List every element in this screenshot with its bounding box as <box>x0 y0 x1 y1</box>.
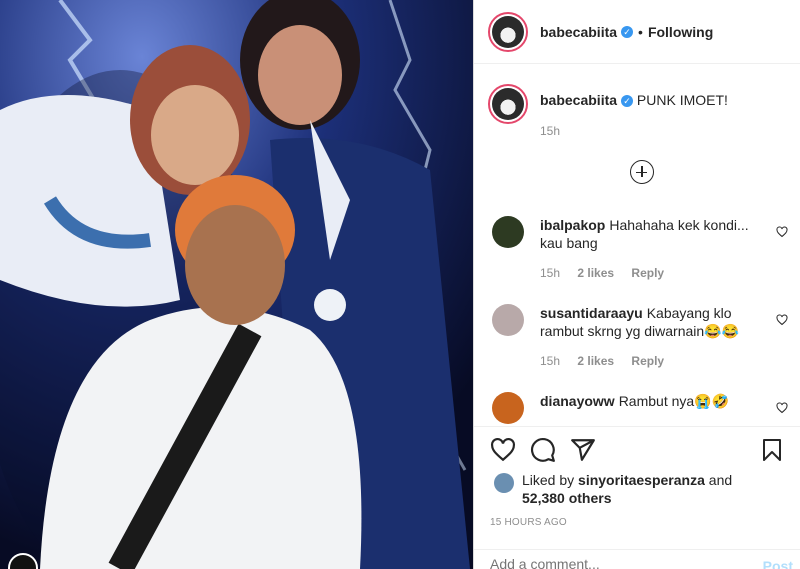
post-photo[interactable] <box>0 0 473 569</box>
comment-item: dianayoww Rambut nya😭🤣 <box>492 392 788 424</box>
likes-text: Liked by sinyoritaesperanza and 52,380 o… <box>522 471 732 507</box>
load-more-icon[interactable] <box>630 160 654 184</box>
comment-username[interactable]: susantidaraayu <box>540 305 643 321</box>
comment-time[interactable]: 15h <box>540 354 560 368</box>
comment-icon[interactable] <box>530 437 556 463</box>
photo-illustration <box>0 0 473 569</box>
comment-username[interactable]: dianayoww <box>540 393 615 409</box>
likes-summary: Liked by sinyoritaesperanza and 52,380 o… <box>494 471 794 507</box>
heart-icon[interactable] <box>490 437 516 463</box>
comment-heart-icon[interactable] <box>776 226 788 238</box>
comment-meta: 15h 2 likes Reply <box>540 264 760 282</box>
comment-username[interactable]: ibalpakop <box>540 217 605 233</box>
commenter-avatar[interactable] <box>492 392 524 424</box>
verified-icon: ✓ <box>621 95 634 107</box>
comment-reply-button[interactable]: Reply <box>631 354 664 368</box>
post-date[interactable]: 15 HOURS AGO <box>490 517 567 528</box>
share-icon[interactable] <box>570 437 596 463</box>
likes-others[interactable]: 52,380 others <box>522 490 612 506</box>
liker-username[interactable]: sinyoritaesperanza <box>578 472 705 488</box>
likes-prefix: Liked by <box>522 472 575 488</box>
likes-and: and <box>708 472 733 488</box>
post-comment-button[interactable]: Post <box>763 558 793 569</box>
action-icons-row <box>490 437 800 465</box>
caption-line: babecabiita ✓ PUNK IMOET! <box>540 92 728 108</box>
caption-username[interactable]: babecabiita <box>540 92 617 108</box>
comment-meta: 15h 2 likes Reply <box>540 352 760 370</box>
post-actions: Liked by sinyoritaesperanza and 52,380 o… <box>474 426 800 569</box>
comment-input[interactable] <box>490 556 740 569</box>
comment-text: Rambut nya😭🤣 <box>618 393 730 409</box>
bookmark-icon[interactable] <box>760 437 784 463</box>
instagram-post: babecabiita ✓ • Following babecabiita ✓ P… <box>0 0 800 569</box>
comment-heart-icon[interactable] <box>776 402 788 414</box>
comment-likes[interactable]: 2 likes <box>577 354 614 368</box>
commenter-avatar[interactable] <box>492 304 524 336</box>
caption-text: PUNK IMOET! <box>636 92 728 108</box>
comment-item: susantidaraayu Kabayang klo rambut skrng … <box>492 304 788 370</box>
comment-likes[interactable]: 2 likes <box>577 266 614 280</box>
author-avatar[interactable] <box>488 11 528 52</box>
caption-avatar[interactable] <box>488 84 528 124</box>
comment-heart-icon[interactable] <box>776 314 788 326</box>
comment-item: ibalpakop Hahahaha kek kondi... kau bang … <box>492 216 788 282</box>
liker-avatar[interactable] <box>494 473 514 493</box>
comment-time[interactable]: 15h <box>540 266 560 280</box>
post-caption: babecabiita ✓ PUNK IMOET! 15h <box>488 84 788 138</box>
comment-reply-button[interactable]: Reply <box>631 266 664 280</box>
add-comment-bar: Post <box>474 549 800 569</box>
author-username[interactable]: babecabiita <box>540 24 617 40</box>
post-side-panel: babecabiita ✓ • Following babecabiita ✓ P… <box>473 0 800 569</box>
caption-time[interactable]: 15h <box>540 124 728 138</box>
following-button[interactable]: Following <box>648 24 713 40</box>
header-separator: • <box>638 23 643 40</box>
verified-icon: ✓ <box>621 25 634 38</box>
post-header: babecabiita ✓ • Following <box>474 0 800 64</box>
commenter-avatar[interactable] <box>492 216 524 248</box>
